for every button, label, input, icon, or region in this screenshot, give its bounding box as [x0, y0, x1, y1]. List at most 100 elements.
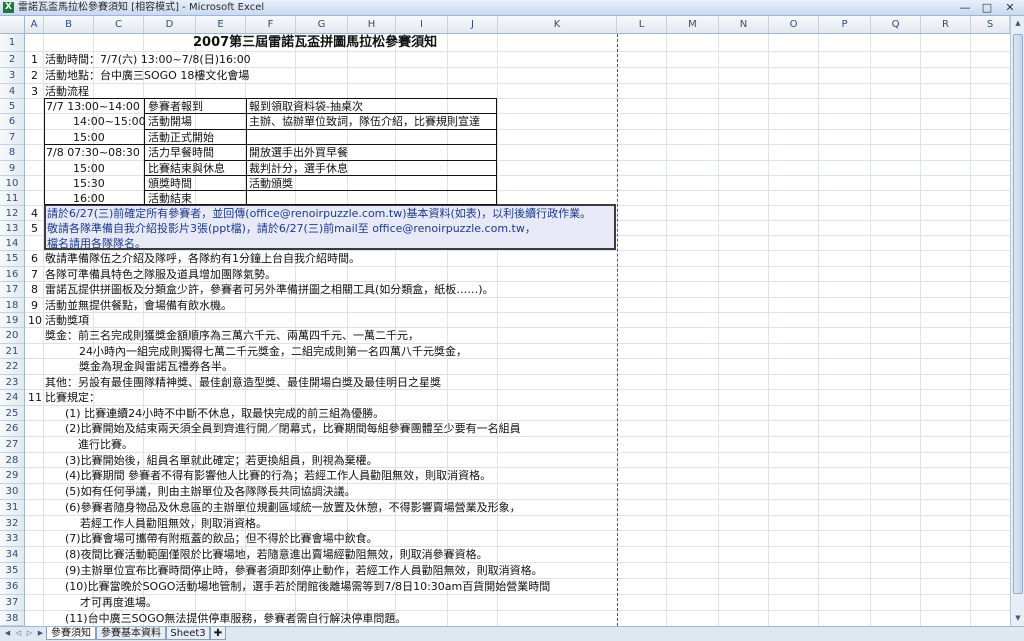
column-header-k[interactable]: K: [498, 16, 617, 33]
row-header[interactable]: 2: [0, 52, 24, 68]
schedule-time: 15:30: [73, 177, 105, 190]
maximize-button[interactable]: □: [977, 1, 997, 14]
column-header-q[interactable]: Q: [871, 16, 921, 33]
rule-item: (9)主辦單位宣布比賽時間停止時，參賽者須即刻停止動作，若經工作人員勸阻無效，則…: [65, 564, 543, 577]
row-header[interactable]: 21: [0, 344, 24, 359]
gridline: [718, 34, 719, 626]
rule-item: (1) 比賽連續24小時不中斷不休息，取最快完成的前三組為優勝。: [65, 407, 385, 420]
schedule-note: 報到領取資料袋-抽桌次: [249, 100, 363, 113]
table-border: [44, 98, 45, 205]
row-header[interactable]: 1: [0, 34, 24, 52]
row-header[interactable]: 20: [0, 328, 24, 344]
row-header[interactable]: 7: [0, 130, 24, 145]
row-header[interactable]: 10: [0, 176, 24, 191]
next-sheet-icon[interactable]: ▷: [24, 628, 35, 639]
cell-text: 活動流程: [45, 85, 89, 98]
column-header-h[interactable]: H: [348, 16, 396, 33]
row-header[interactable]: 4: [0, 84, 24, 99]
cell-text: 敬請準備隊伍之介紹及隊呼，各隊約有1分鐘上台自我介紹時間。: [45, 252, 360, 265]
gridline: [818, 34, 819, 626]
cell-text: 24小時內一組完成則獨得七萬二千元獎金，二組完成則第一名四萬八千元獎金，: [79, 345, 467, 358]
row-header[interactable]: 28: [0, 453, 24, 468]
rule-item: 才可再度進場。: [80, 596, 157, 609]
rule-item: (11)台中廣三SOGO無法提供停車服務，參賽者需自行解決停車問題。: [65, 612, 407, 625]
row-header[interactable]: 5: [0, 99, 24, 114]
row-header[interactable]: 30: [0, 484, 24, 500]
scroll-up-arrow-icon[interactable]: ▲: [1012, 17, 1024, 29]
tab-sheet-3[interactable]: Sheet3: [166, 627, 210, 640]
row-header[interactable]: 11: [0, 191, 24, 206]
schedule-time: 15:00: [73, 131, 105, 144]
row-header[interactable]: 15: [0, 251, 24, 267]
cell-text: 敬請各隊準備自我介紹投影片3張(ppt檔)，請於6/27(三)前mail至 of…: [47, 222, 536, 235]
row-header[interactable]: 14: [0, 236, 24, 251]
sheet-title: 2007第三屆雷諾瓦盃拼圖馬拉松參賽須知: [193, 35, 438, 50]
last-sheet-icon[interactable]: ▶: [35, 628, 46, 639]
tab-sheet-1[interactable]: 參賽須知: [46, 627, 96, 640]
row-header[interactable]: 26: [0, 421, 24, 437]
scroll-thumb[interactable]: [1013, 34, 1023, 594]
row-header[interactable]: 13: [0, 221, 24, 236]
close-button[interactable]: ✕: [999, 1, 1021, 14]
cell-text: 活動地點：台中廣三SOGO 18樓文化會場: [45, 69, 250, 82]
row-header[interactable]: 25: [0, 406, 24, 421]
row-header[interactable]: 18: [0, 298, 24, 313]
row-header[interactable]: 31: [0, 500, 24, 516]
column-header-j[interactable]: J: [448, 16, 498, 33]
column-header-b[interactable]: B: [44, 16, 94, 33]
schedule-note: 裁判計分，選手休息: [249, 162, 348, 175]
row-header[interactable]: 34: [0, 547, 24, 563]
gridline: [768, 34, 769, 626]
column-header-a[interactable]: A: [25, 16, 44, 33]
row-header[interactable]: 19: [0, 313, 24, 328]
select-all-corner[interactable]: [0, 16, 25, 33]
row-header[interactable]: 35: [0, 563, 24, 579]
prev-sheet-icon[interactable]: ◁: [13, 628, 24, 639]
column-header-o[interactable]: O: [769, 16, 819, 33]
row-header[interactable]: 27: [0, 437, 24, 453]
row-header[interactable]: 37: [0, 595, 24, 611]
schedule-item: 頒獎時間: [148, 177, 192, 190]
column-header-n[interactable]: N: [719, 16, 769, 33]
row-header[interactable]: 6: [0, 114, 24, 130]
column-header-c[interactable]: C: [94, 16, 144, 33]
row-header[interactable]: 17: [0, 282, 24, 298]
minimize-button[interactable]: —: [955, 1, 975, 14]
row-header[interactable]: 3: [0, 68, 24, 84]
column-header-m[interactable]: M: [667, 16, 719, 33]
row-header[interactable]: 33: [0, 531, 24, 547]
worksheet-grid[interactable]: 2007第三屆雷諾瓦盃拼圖馬拉松參賽須知 1 活動時間：7/7(六) 13:00…: [25, 34, 1010, 626]
column-header-s[interactable]: S: [971, 16, 1010, 33]
row-header[interactable]: 38: [0, 611, 24, 626]
column-header-l[interactable]: L: [617, 16, 667, 33]
rule-item: (5)如有任何爭議，則由主辦單位及各隊隊長共同協調決議。: [65, 485, 356, 498]
row-header[interactable]: 22: [0, 359, 24, 375]
column-header-r[interactable]: R: [921, 16, 971, 33]
row-header[interactable]: 8: [0, 145, 24, 161]
schedule-time: 7/8 07:30~08:30: [46, 146, 140, 159]
column-header-d[interactable]: D: [144, 16, 196, 33]
gridline: [497, 34, 498, 626]
row-header[interactable]: 24: [0, 390, 24, 406]
rule-item: 若經工作人員勸阻無效，則取消資格。: [80, 517, 267, 530]
column-header-p[interactable]: P: [819, 16, 871, 33]
excel-icon[interactable]: X: [3, 2, 14, 13]
rule-item: (10)比賽當晚於SOGO活動場地管制，選手若於閉館後離場需等到7/8日10:3…: [65, 580, 551, 593]
column-header-g[interactable]: G: [296, 16, 348, 33]
tab-sheet-2[interactable]: 參賽基本資料: [96, 627, 166, 640]
column-header-i[interactable]: I: [396, 16, 448, 33]
column-header-e[interactable]: E: [196, 16, 246, 33]
row-header[interactable]: 32: [0, 516, 24, 531]
insert-sheet-icon[interactable]: ✚: [210, 627, 226, 640]
row-header[interactable]: 9: [0, 161, 24, 176]
row-header[interactable]: 16: [0, 267, 24, 282]
list-number: 6: [31, 252, 38, 265]
vertical-scrollbar[interactable]: ▲ ▼: [1010, 16, 1024, 626]
row-header[interactable]: 23: [0, 375, 24, 390]
row-header[interactable]: 12: [0, 206, 24, 221]
scroll-down-arrow-icon[interactable]: ▼: [1012, 612, 1024, 624]
first-sheet-icon[interactable]: ◀: [2, 628, 13, 639]
row-header[interactable]: 36: [0, 579, 24, 595]
row-header[interactable]: 29: [0, 468, 24, 484]
column-header-f[interactable]: F: [246, 16, 296, 33]
